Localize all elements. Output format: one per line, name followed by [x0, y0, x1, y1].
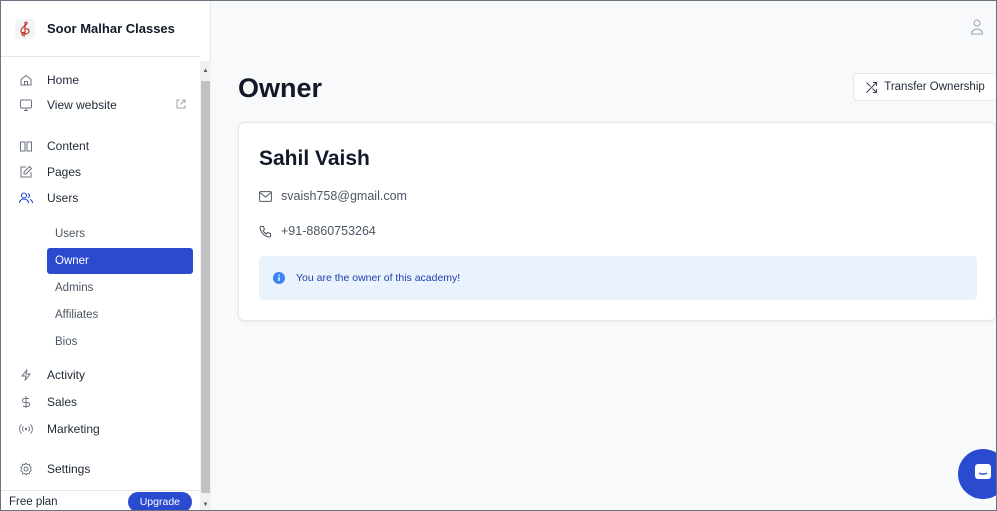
sidebar: Soor Malhar Classes Home View website Co…: [1, 1, 211, 510]
external-link-icon: [175, 98, 187, 113]
page-title: Owner: [238, 73, 323, 103]
sidebar-item-label: Activity: [47, 368, 86, 382]
mail-icon: [259, 190, 275, 202]
sidebar-item-activity[interactable]: Activity: [17, 364, 193, 386]
users-icon: [17, 189, 35, 207]
main-content: Owner Transfer Ownership Sahil Vaish sva…: [211, 1, 996, 510]
brand-name: Soor Malhar Classes: [47, 21, 175, 36]
owner-name: Sahil Vaish: [259, 147, 370, 170]
monitor-icon: [17, 96, 35, 114]
submenu-item-admins[interactable]: Admins: [47, 275, 193, 301]
submenu-item-owner[interactable]: Owner: [47, 248, 193, 274]
gear-icon: [17, 460, 35, 478]
user-account-icon[interactable]: [970, 18, 984, 41]
owner-card: Sahil Vaish svaish758@gmail.com +91-8860…: [238, 122, 996, 321]
sidebar-footer: Free plan Upgrade: [1, 490, 200, 510]
broadcast-icon: [17, 420, 35, 438]
treble-clef-icon: [15, 18, 35, 39]
shuffle-icon: [865, 81, 878, 94]
sidebar-item-content[interactable]: Content: [17, 135, 193, 157]
scroll-down-icon[interactable]: ▼: [200, 499, 211, 510]
transfer-ownership-label: Transfer Ownership: [884, 81, 985, 93]
home-icon: [17, 71, 35, 89]
upgrade-button[interactable]: Upgrade: [127, 491, 192, 510]
edit-icon: [17, 163, 35, 181]
sidebar-item-label: Content: [47, 139, 90, 153]
chat-icon: [973, 462, 993, 487]
book-icon: [17, 137, 35, 155]
owner-info-alert: You are the owner of this academy!: [259, 256, 977, 300]
sidebar-item-settings[interactable]: Settings: [17, 458, 193, 480]
app-window: Soor Malhar Classes Home View website Co…: [0, 0, 997, 511]
sidebar-item-sales[interactable]: Sales: [17, 391, 193, 413]
plan-label: Free plan: [9, 495, 58, 508]
scroll-up-icon[interactable]: ▲: [200, 65, 211, 77]
sidebar-item-label: Pages: [47, 165, 82, 179]
dollar-icon: [17, 393, 35, 411]
sidebar-item-label: View website: [47, 98, 117, 112]
submenu-item-affiliates[interactable]: Affiliates: [47, 302, 193, 328]
sidebar-item-label: Users: [47, 191, 79, 205]
info-message: You are the owner of this academy!: [296, 272, 461, 284]
owner-phone[interactable]: +91-8860753264: [281, 224, 376, 238]
submenu-item-bios[interactable]: Bios: [47, 329, 193, 355]
owner-phone-row: +91-8860753264: [259, 222, 376, 240]
phone-icon: [259, 225, 275, 238]
sidebar-item-home[interactable]: Home: [17, 69, 193, 91]
brand-header[interactable]: Soor Malhar Classes: [1, 1, 200, 57]
transfer-ownership-button[interactable]: Transfer Ownership: [853, 73, 996, 101]
sidebar-item-users[interactable]: Users: [17, 187, 193, 209]
sidebar-item-label: Home: [47, 73, 80, 87]
sidebar-item-pages[interactable]: Pages: [17, 161, 193, 183]
owner-email-row: svaish758@gmail.com: [259, 187, 407, 205]
sidebar-item-label: Settings: [47, 462, 91, 476]
sidebar-item-marketing[interactable]: Marketing: [17, 418, 193, 440]
info-icon: [273, 272, 285, 284]
owner-email[interactable]: svaish758@gmail.com: [281, 189, 407, 203]
submenu-item-users[interactable]: Users: [47, 221, 193, 247]
sidebar-item-view-website[interactable]: View website: [17, 94, 193, 116]
lightning-icon: [17, 366, 35, 384]
sidebar-item-label: Marketing: [47, 422, 100, 436]
sidebar-scrollbar-thumb[interactable]: [201, 81, 210, 493]
sidebar-item-label: Sales: [47, 395, 78, 409]
